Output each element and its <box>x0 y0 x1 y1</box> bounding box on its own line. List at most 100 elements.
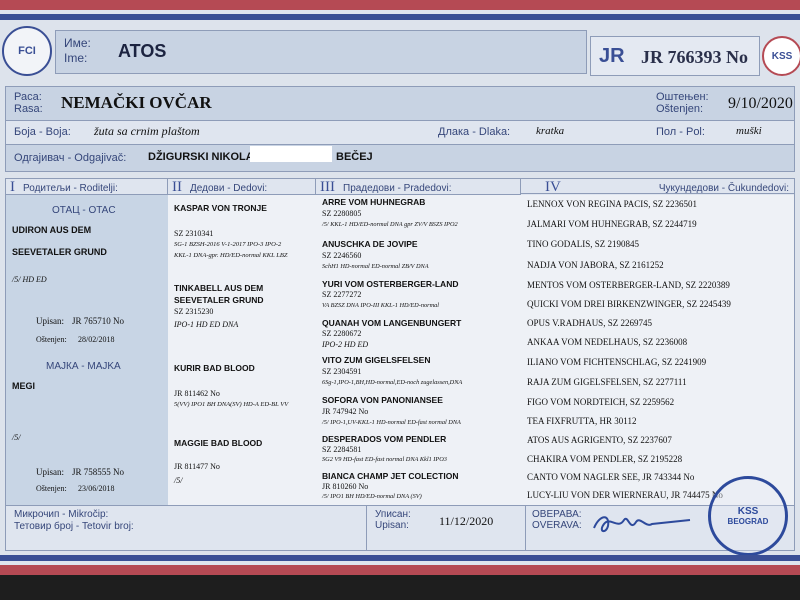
ggg-cell-14: CHAKIRA VOM PENDLER, SZ 2195228 <box>521 451 794 470</box>
great-grandparent-7-reg: SZ 2284581 <box>322 445 362 454</box>
microchip-label: Микрочип - Mikročip: <box>14 509 109 520</box>
generation-1-label: Родитељи - Roditelji: <box>23 183 118 194</box>
name-label-lat: Ime: <box>64 51 88 65</box>
coat-label: Длака - Dlaka: <box>438 126 511 138</box>
ggg-cell-7: OPUS V.RADHAUS, SZ 2269745 <box>521 315 794 335</box>
great-grandparent-7-name: DESPERADOS VOM PENDLER <box>322 434 447 444</box>
grandparent-cell-2: TINKABELL AUS DEM SEEVETALER GRUND SZ 23… <box>168 277 317 354</box>
sex-value: muški <box>736 125 762 137</box>
breeder-row: Одгајивач - Odgajivač: DŽIGURSKI NIKOLA,… <box>5 144 795 172</box>
great-grandparent-4-reg: SZ 2280672 <box>322 329 362 338</box>
great-grandparent-1-reg: SZ 2280805 <box>322 209 362 218</box>
breed-row: Раса: Rasa: NEMAČKI OVČAR Оштењен: Ošten… <box>5 86 795 122</box>
registration-box: JR JR 766393 No <box>590 36 760 76</box>
ggg-5: MENTOS VOM OSTERBERGER-LAND, SZ 2220389 <box>527 280 730 290</box>
microchip-box: Микрочип - Mikročip: Тетовир број - Teto… <box>5 505 367 551</box>
great-grandparent-6-info: /5/ IPO-1,UV-KKL-1 HD-normal ED-fast nor… <box>322 419 461 426</box>
great-grandparent-1-info: /5/ KKL-1 HD/ED-normal DNA gpr ZV/V BSZS… <box>322 221 458 228</box>
great-grandparent-1-name: ARRE VOM HUHNEGRAB <box>322 197 426 207</box>
sire-cell: ОТАЦ - OTAC UDIRON AUS DEM SEEVETALER GR… <box>6 195 169 354</box>
great-grandparent-8-info: /5/ IPO1 BH HD/ED-normal DNA (SV) <box>322 493 422 500</box>
kss-seal-icon: KSS BEOGRAD <box>708 476 788 556</box>
grandparent-cell-4: MAGGIE BAD BLOOD JR 811477 No /5/ <box>168 432 317 506</box>
grandparent-3-name: KURIR BAD BLOOD <box>174 363 255 373</box>
fci-logo-icon: FCI <box>2 26 52 76</box>
great-grandparent-2-info: SchH1 HD-normal ED-normal ZB/V DNA <box>322 263 429 270</box>
ggg-11: FIGO VOM NORDTEICH, SZ 2259562 <box>527 397 675 407</box>
ggg-16: LUCY-LIU VON DER WIERNERAU, JR 744475 No <box>527 490 723 500</box>
registry-prefix: JR <box>599 45 625 67</box>
ggg-cell-8: ANKAA VOM NEDELHAUS, SZ 2236008 <box>521 334 794 354</box>
dog-name-box: Име: Ime: ATOS <box>55 30 587 74</box>
ggg-10: RAJA ZUM GIGELSFELSEN, SZ 2277111 <box>527 377 687 387</box>
redaction-block <box>250 146 332 162</box>
ggg-cell-1: LENNOX VON REGINA PACIS, SZ 2236501 <box>521 195 794 216</box>
great-grandparent-cell-1: ARRE VOM HUHNEGRAB SZ 2280805 /5/ KKL-1 … <box>316 195 522 236</box>
great-grandparent-3-info: VA BZSZ DNA IPO-III KKL-1 HD/ED-normal <box>322 302 440 309</box>
ggg-8: ANKAA VOM NEDELHAUS, SZ 2236008 <box>527 337 688 347</box>
sire-title: ОТАЦ - OTAC <box>52 205 116 216</box>
ggg-cell-9: ILIANO VOM FICHTENSCHLAG, SZ 2241909 <box>521 353 794 374</box>
background-surface <box>0 575 800 600</box>
color-row: Боја - Boja: žuta sa crnim plaštom Длака… <box>5 120 795 146</box>
sire-born-date: 28/02/2018 <box>78 335 115 344</box>
grandparent-3-reg: JR 811462 No <box>174 389 220 398</box>
great-grandparent-cell-2: ANUSCHKA DE JOVIPE SZ 2246560 SchH1 HD-n… <box>316 235 522 278</box>
ggg-13: ATOS AUS AGRIGENTO, SZ 2237607 <box>527 435 672 445</box>
grandparent-3-info: 5(VV) IPO1 BH DNA(SV) HD-A ED-BL VV <box>174 401 289 408</box>
sire-reg-number: JR 765710 No <box>72 316 125 326</box>
great-grandparent-8-name: BIANCA CHAMP JET COLECTION <box>322 471 459 481</box>
ggg-1: LENNOX VON REGINA PACIS, SZ 2236501 <box>527 199 698 209</box>
grandparent-4-info: /5/ <box>174 476 183 485</box>
top-blue-stripe <box>0 14 800 20</box>
grandparent-cell-1: KASPAR VON TRONJE SZ 2310341 SG-1 BZSH-2… <box>168 195 317 278</box>
kss-logo-icon: KSS <box>762 36 800 76</box>
dam-born-label: Oštenjen: <box>36 484 67 493</box>
ggg-7: OPUS V.RADHAUS, SZ 2269745 <box>527 318 652 328</box>
great-grandparent-cell-4: QUANAH VOM LANGENBUNGERT SZ 2280672 IPO-… <box>316 315 522 354</box>
ggg-cell-5: MENTOS VOM OSTERBERGER-LAND, SZ 2220389 <box>521 277 794 297</box>
grandparent-1-reg: SZ 2310341 <box>174 229 214 238</box>
pedigree-table: I Родитељи - Roditelji: II Дедови - Dedovi… <box>5 178 795 507</box>
color-label: Боја - Boja: <box>14 126 71 138</box>
ggg-cell-3: TINO GODALIS, SZ 2190845 <box>521 235 794 257</box>
dam-reg-number: JR 758555 No <box>72 467 125 477</box>
whelped-label-lat: Oštenjen: <box>656 103 704 115</box>
grandparent-4-name: MAGGIE BAD BLOOD <box>174 438 263 448</box>
seal-line-1: KSS <box>737 506 759 517</box>
kss-logo-text: KSS <box>771 50 793 62</box>
name-label-cyr: Име: <box>64 36 91 50</box>
registered-box: Уписан: Upisan: 11/12/2020 <box>366 505 526 551</box>
great-grandparent-5-name: VITO ZUM GIGELSFELSEN <box>322 355 431 365</box>
sex-label: Пол - Pol: <box>656 126 705 138</box>
ggg-9: ILIANO VOM FICHTENSCHLAG, SZ 2241909 <box>527 357 707 367</box>
header-generation-2: II Дедови - Dedovi: <box>168 179 316 195</box>
dam-health: /5/ <box>12 433 21 442</box>
great-grandparent-cell-7: DESPERADOS VOM PENDLER SZ 2284581 SG2 V9… <box>316 432 522 470</box>
color-value: žuta sa crnim plaštom <box>94 124 200 138</box>
great-grandparent-3-reg: SZ 2277272 <box>322 290 362 299</box>
whelped-date: 9/10/2020 <box>728 95 793 112</box>
dog-name: ATOS <box>118 41 167 61</box>
great-grandparent-3-name: YURI VOM OSTERBERGER-LAND <box>322 279 459 289</box>
great-grandparent-7-info: SG2 V9 HD-fast ED-fast normal DNA Kkl1 I… <box>322 456 447 463</box>
sire-reg-label: Upisan: <box>36 316 64 326</box>
breed-value: NEMAČKI OVČAR <box>61 93 212 112</box>
great-grandparent-4-name: QUANAH VOM LANGENBUNGERT <box>322 318 462 328</box>
great-grandparent-4-info: IPO-2 HD ED <box>322 340 369 349</box>
dam-cell: МАЈКА - MAJKA MEGI /5/ Upisan: JR 758555… <box>6 353 169 506</box>
generation-3-numeral: III <box>320 179 335 195</box>
ggg-2: JALMARI VOM HUHNEGRAB, SZ 2244719 <box>527 219 697 229</box>
ggg-cell-12: TEA FIXFRUTTA, HR 30112 <box>521 413 794 433</box>
ggg-14: CHAKIRA VOM PENDLER, SZ 2195228 <box>527 454 683 464</box>
seal-line-2: BEOGRAD <box>727 517 769 526</box>
registration-number: JR 766393 No <box>641 47 748 67</box>
sire-name-line-2: SEEVETALER GRUND <box>12 247 107 257</box>
great-grandparent-cell-5: VITO ZUM GIGELSFELSEN SZ 2304591 6Sg-1,I… <box>316 353 522 394</box>
grandparent-1-info-2: KKL-1 DNA-gpr. HD/ED-normal KKL LBZ <box>174 252 288 259</box>
fci-logo-text: FCI <box>18 45 36 57</box>
signature-icon <box>593 516 691 532</box>
verified-label-lat: OVERAVA: <box>532 520 582 531</box>
dam-reg-label: Upisan: <box>36 467 64 477</box>
top-red-stripe <box>0 0 800 10</box>
